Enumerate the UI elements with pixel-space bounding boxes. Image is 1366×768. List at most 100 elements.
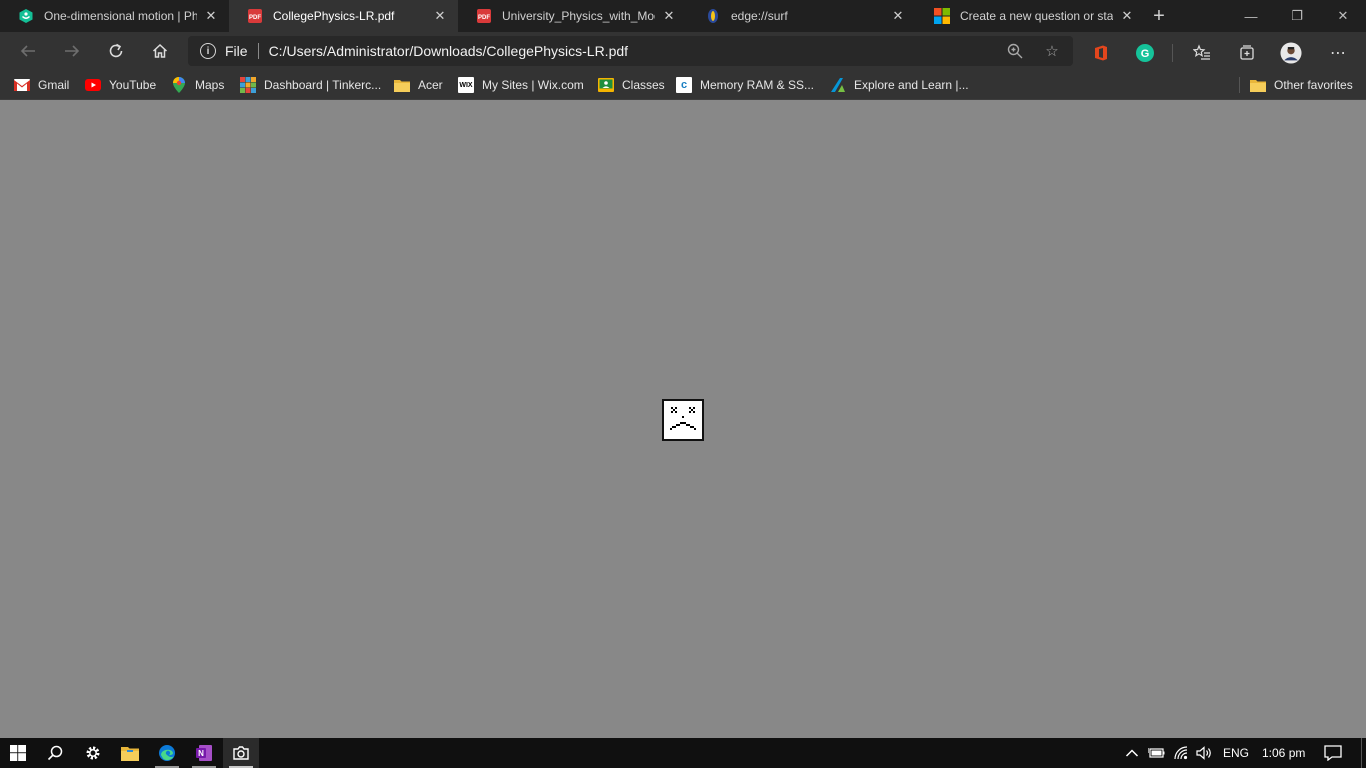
scheme-label: File [225, 43, 248, 59]
snipping-tool-icon [233, 746, 249, 760]
favorite-label: My Sites | Wix.com [482, 78, 584, 92]
microsoft-icon [934, 8, 950, 24]
favorite-autodesk[interactable]: Explore and Learn |... [830, 76, 969, 94]
wifi-icon [1174, 746, 1188, 760]
browser-toolbar: i File C:/Users/Administrator/Downloads/… [0, 32, 1366, 70]
office-icon[interactable] [1090, 42, 1112, 64]
refresh-button[interactable] [94, 32, 138, 70]
crucial-icon: c [676, 77, 692, 93]
other-favorites[interactable]: Other favorites [1250, 76, 1353, 94]
battery-icon [1148, 748, 1165, 758]
favorite-wix[interactable]: WIX My Sites | Wix.com [458, 76, 584, 94]
folder-icon [394, 77, 410, 93]
favorite-label: Memory RAM & SS... [700, 78, 815, 92]
favorite-label: Acer [418, 78, 443, 92]
back-button[interactable] [6, 32, 50, 70]
profile-avatar[interactable] [1280, 42, 1302, 64]
forward-button[interactable] [50, 32, 94, 70]
autodesk-icon [830, 77, 846, 93]
onenote-icon: N [196, 745, 212, 761]
snip-sketch-taskbar-button[interactable] [223, 738, 259, 768]
pdf-icon: PDF [247, 8, 263, 24]
volume-tray[interactable] [1196, 738, 1214, 768]
grammarly-icon[interactable]: G [1134, 42, 1156, 64]
tab-create-question[interactable]: Create a new question or start ✕ [916, 0, 1145, 32]
close-tab-icon[interactable]: ✕ [203, 8, 219, 24]
edge-icon [159, 745, 175, 761]
folder-icon [121, 746, 139, 761]
file-explorer-button[interactable] [112, 738, 148, 768]
tab-collegephysics-pdf[interactable]: PDF CollegePhysics-LR.pdf ✕ [229, 0, 458, 32]
collections-icon[interactable] [1236, 42, 1258, 64]
favorite-acer[interactable]: Acer [394, 76, 443, 94]
url-text[interactable]: C:/Users/Administrator/Downloads/College… [269, 43, 628, 59]
info-icon[interactable]: i [200, 43, 216, 59]
battery-tray[interactable] [1148, 738, 1166, 768]
close-tab-icon[interactable]: ✕ [432, 8, 448, 24]
show-desktop-button[interactable] [1361, 738, 1366, 768]
back-arrow-icon [20, 45, 35, 57]
other-favorites-label: Other favorites [1274, 78, 1353, 92]
surf-icon [705, 8, 721, 24]
tab-one-dimensional-motion[interactable]: One-dimensional motion | Phy ✕ [0, 0, 229, 32]
onenote-taskbar-button[interactable]: N [186, 738, 222, 768]
svg-text:PDF: PDF [249, 15, 261, 21]
favorite-youtube[interactable]: YouTube [85, 76, 156, 94]
toolbar-divider [1172, 44, 1173, 62]
tinkercad-icon [240, 77, 256, 93]
favorite-label: Classes [622, 78, 665, 92]
address-bar[interactable]: i File C:/Users/Administrator/Downloads/… [188, 36, 1073, 66]
show-hidden-icons[interactable] [1125, 738, 1139, 768]
wix-icon: WIX [458, 77, 474, 93]
favorite-classes[interactable]: Classes [598, 76, 665, 94]
tab-strip: One-dimensional motion | Phy ✕ PDF Colle… [0, 0, 1366, 32]
windows-icon [10, 745, 26, 761]
windows-taskbar: N ENG 1:06 pm [0, 738, 1366, 768]
favorite-crucial[interactable]: c Memory RAM & SS... [676, 76, 814, 94]
settings-button[interactable] [75, 738, 111, 768]
tab-title: One-dimensional motion | Phy [44, 9, 197, 23]
youtube-icon [85, 77, 101, 93]
new-tab-button[interactable]: + [1145, 0, 1173, 32]
home-icon [152, 43, 168, 58]
edge-taskbar-button[interactable] [149, 738, 185, 768]
restore-icon[interactable]: ❐ [1274, 0, 1320, 32]
zoom-icon[interactable] [1006, 42, 1024, 60]
network-tray[interactable] [1174, 738, 1190, 768]
svg-text:G: G [1141, 48, 1150, 60]
tab-title: CollegePhysics-LR.pdf [273, 9, 395, 23]
notification-center[interactable] [1324, 738, 1342, 768]
search-button[interactable] [37, 738, 73, 768]
tab-university-physics-pdf[interactable]: PDF University_Physics_with_Mode ✕ [458, 0, 687, 32]
clock[interactable]: 1:06 pm [1262, 738, 1305, 768]
favorite-maps[interactable]: Maps [171, 76, 224, 94]
tab-edge-surf[interactable]: edge://surf ✕ [687, 0, 916, 32]
favorite-tinkercad[interactable]: Dashboard | Tinkerc... [240, 76, 381, 94]
forward-arrow-icon [65, 45, 80, 57]
start-button[interactable] [0, 738, 36, 768]
language-indicator[interactable]: ENG [1223, 738, 1249, 768]
favorites-divider [1239, 77, 1240, 93]
gear-icon [86, 746, 100, 760]
favorite-gmail[interactable]: Gmail [14, 76, 69, 94]
chevron-up-icon [1125, 749, 1139, 757]
more-options-icon[interactable]: ⋯ [1327, 42, 1349, 64]
close-window-icon[interactable]: ✕ [1320, 0, 1366, 32]
svg-text:PDF: PDF [478, 15, 490, 21]
favorites-list-icon[interactable] [1191, 42, 1213, 64]
favorite-label: Maps [195, 78, 225, 92]
close-tab-icon[interactable]: ✕ [890, 8, 906, 24]
maps-icon [171, 77, 187, 93]
favorite-star-icon[interactable]: ☆ [1043, 42, 1061, 60]
svg-text:N: N [198, 749, 204, 758]
speaker-icon [1196, 746, 1211, 760]
tab-title: Create a new question or start [960, 9, 1113, 23]
close-tab-icon[interactable]: ✕ [1119, 8, 1135, 24]
home-button[interactable] [138, 32, 182, 70]
notification-icon [1324, 745, 1342, 761]
classroom-icon [598, 77, 614, 93]
favorite-label: Gmail [38, 78, 70, 92]
refresh-icon [109, 43, 123, 58]
close-tab-icon[interactable]: ✕ [661, 8, 677, 24]
minimize-icon[interactable]: — [1228, 0, 1274, 32]
